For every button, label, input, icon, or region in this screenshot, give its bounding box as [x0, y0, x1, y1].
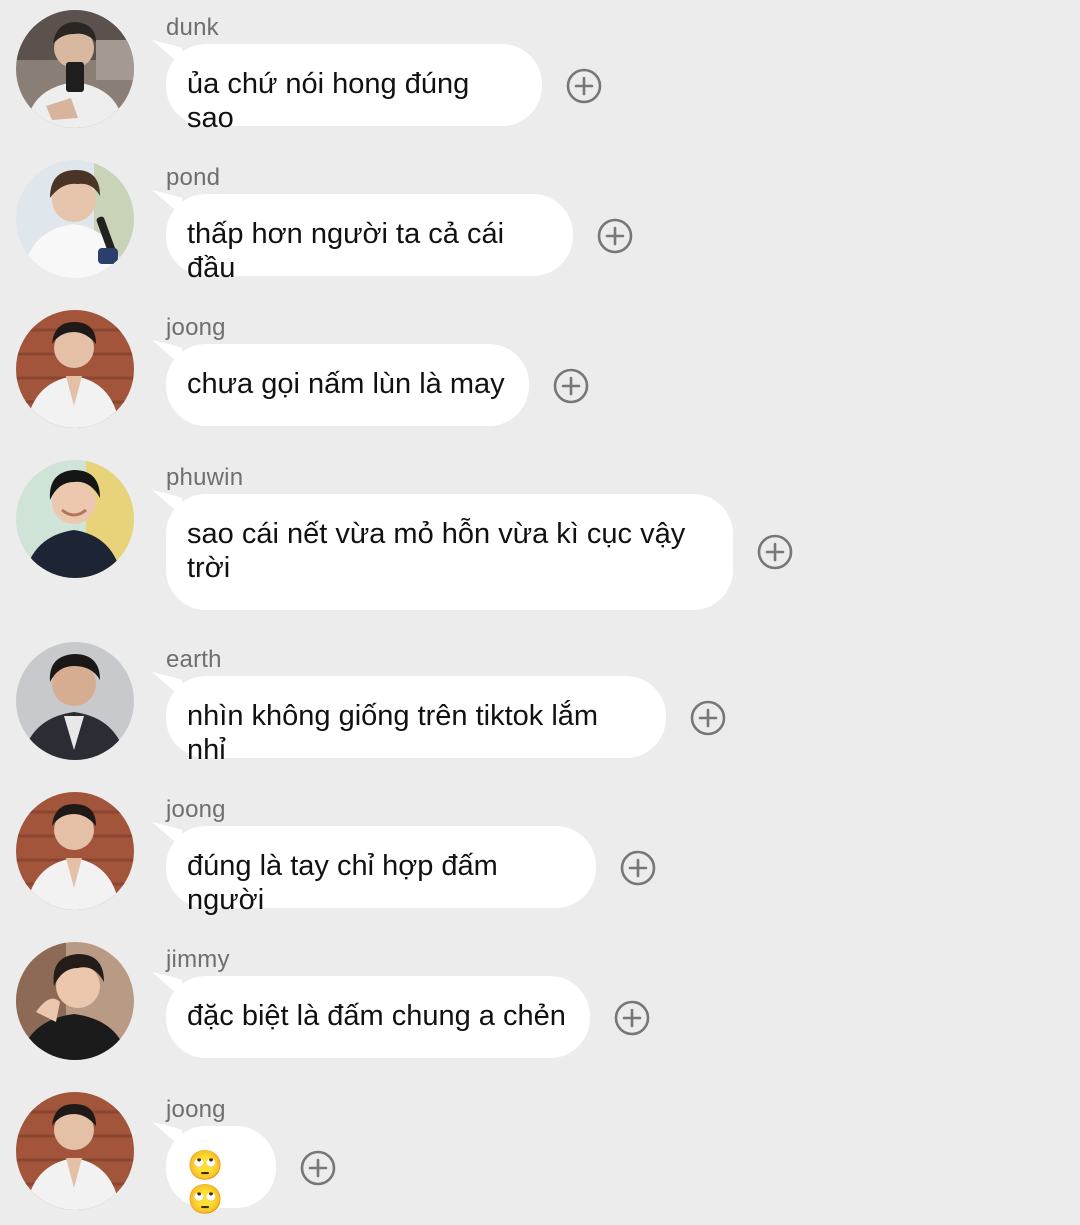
sender-name: jimmy — [166, 946, 230, 973]
bubble-tail — [152, 340, 182, 366]
message-bubble[interactable]: 🙄🙄 — [152, 1122, 276, 1216]
avatar-phuwin[interactable] — [16, 460, 134, 578]
add-reaction-icon — [566, 68, 602, 104]
bubble-tail — [152, 1122, 182, 1148]
avatar-photo-icon — [16, 160, 134, 278]
avatar-dunk[interactable] — [16, 10, 134, 128]
avatar-photo-icon — [16, 10, 134, 128]
avatar-joong[interactable] — [16, 792, 134, 910]
message-text: đặc biệt là đấm chung a chẻn — [187, 1000, 566, 1032]
avatar-photo-icon — [16, 792, 134, 910]
sender-name: joong — [166, 314, 226, 341]
add-reaction-button[interactable] — [757, 534, 793, 570]
add-reaction-icon — [553, 368, 589, 404]
add-reaction-button[interactable] — [690, 700, 726, 736]
message-bubble[interactable]: sao cái nết vừa mỏ hỗn vừa kì cục vậy tr… — [152, 490, 733, 610]
add-reaction-button[interactable] — [620, 850, 656, 886]
add-reaction-button[interactable] — [597, 218, 633, 254]
add-reaction-button[interactable] — [566, 68, 602, 104]
bubble-tail — [152, 190, 182, 216]
message-bubble[interactable]: đặc biệt là đấm chung a chẻn — [152, 972, 590, 1058]
add-reaction-icon — [690, 700, 726, 736]
avatar-photo-icon — [16, 1092, 134, 1210]
bubble-tail — [152, 40, 182, 66]
add-reaction-button[interactable] — [300, 1150, 336, 1186]
avatar-joong[interactable] — [16, 310, 134, 428]
add-reaction-icon — [614, 1000, 650, 1036]
add-reaction-icon — [300, 1150, 336, 1186]
message-text: thấp hơn người ta cả cái đầu — [187, 218, 505, 284]
avatar-jimmy[interactable] — [16, 942, 134, 1060]
add-reaction-button[interactable] — [553, 368, 589, 404]
message-text: chưa gọi nấm lùn là may — [187, 368, 505, 400]
avatar-joong[interactable] — [16, 1092, 134, 1210]
bubble-tail — [152, 822, 182, 848]
bubble-tail — [152, 490, 182, 516]
bubble-tail — [152, 672, 182, 698]
avatar-photo-icon — [16, 310, 134, 428]
message-bubble[interactable]: ủa chứ nói hong đúng sao — [152, 40, 542, 134]
sender-name: earth — [166, 646, 222, 673]
message-text: 🙄🙄 — [187, 1150, 224, 1216]
avatar-earth[interactable] — [16, 642, 134, 760]
message-bubble[interactable]: chưa gọi nấm lùn là may — [152, 340, 529, 426]
message-text: đúng là tay chỉ hợp đấm người — [187, 850, 498, 916]
avatar-photo-icon — [16, 460, 134, 578]
avatar-photo-icon — [16, 942, 134, 1060]
add-reaction-icon — [620, 850, 656, 886]
add-reaction-button[interactable] — [614, 1000, 650, 1036]
message-bubble[interactable]: nhìn không giống trên tiktok lắm nhỉ — [152, 672, 666, 766]
sender-name: joong — [166, 1096, 226, 1123]
avatar-photo-icon — [16, 642, 134, 760]
message-text: ủa chứ nói hong đúng sao — [187, 68, 470, 134]
message-bubble[interactable]: thấp hơn người ta cả cái đầu — [152, 190, 573, 284]
message-text: nhìn không giống trên tiktok lắm nhỉ — [187, 700, 599, 766]
message-text: sao cái nết vừa mỏ hỗn vừa kì cục vậy tr… — [187, 518, 686, 584]
bubble-tail — [152, 972, 182, 998]
sender-name: phuwin — [166, 464, 244, 491]
sender-name: dunk — [166, 14, 219, 41]
add-reaction-icon — [757, 534, 793, 570]
message-bubble[interactable]: đúng là tay chỉ hợp đấm người — [152, 822, 596, 916]
sender-name: pond — [166, 164, 221, 191]
add-reaction-icon — [597, 218, 633, 254]
avatar-pond[interactable] — [16, 160, 134, 278]
chat-thread: dunk ủa chứ nói hong đúng sao pond thấp … — [0, 0, 1080, 1225]
sender-name: joong — [166, 796, 226, 823]
